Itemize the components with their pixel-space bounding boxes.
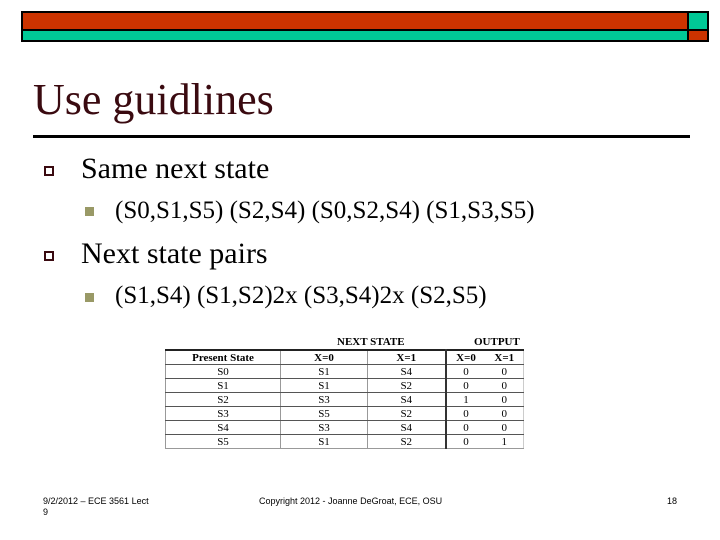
state-table: Present State X=0 X=1 X=0 X=1 S0 S1 S4 0 0 S1… xyxy=(165,349,524,449)
next-state-x1-cell: S2 xyxy=(367,378,447,393)
header-bar-red xyxy=(21,11,689,31)
column-header-output-x1: X=1 xyxy=(485,349,524,365)
footer-date-course-line2: 9 xyxy=(43,507,49,517)
next-state-x0-cell: S1 xyxy=(280,378,368,393)
header-square-teal xyxy=(687,11,709,31)
output-x0-cell: 0 xyxy=(445,378,486,393)
output-x1-cell: 0 xyxy=(485,406,524,421)
present-state-cell: S4 xyxy=(165,420,281,435)
table-row: S1 S1 S2 0 0 xyxy=(165,378,524,393)
table-group-headers: NEXT STATE OUTPUT xyxy=(165,335,523,349)
table-row: S0 S1 S4 0 0 xyxy=(165,364,524,379)
next-state-x0-cell: S1 xyxy=(280,364,368,379)
next-state-x0-cell: S5 xyxy=(280,406,368,421)
output-x1-cell: 0 xyxy=(485,392,524,407)
next-state-x0-cell: S1 xyxy=(280,434,368,449)
present-state-cell: S3 xyxy=(165,406,281,421)
filled-square-bullet-icon xyxy=(85,293,94,302)
title-underline xyxy=(33,135,690,138)
next-state-x1-cell: S2 xyxy=(367,406,447,421)
footer-copyright: Copyright 2012 - Joanne DeGroat, ECE, OS… xyxy=(259,496,443,506)
next-state-x0-cell: S3 xyxy=(280,392,368,407)
present-state-cell: S2 xyxy=(165,392,281,407)
footer-date-course-line1: 9/2/2012 – ECE 3561 Lect xyxy=(43,496,149,506)
output-x0-cell: 1 xyxy=(445,392,486,407)
output-x1-cell: 0 xyxy=(485,364,524,379)
column-header-present-state: Present State xyxy=(165,349,281,365)
header-bar-teal xyxy=(21,29,689,42)
column-header-next-x0: X=0 xyxy=(280,349,368,365)
footer-page-number: 18 xyxy=(667,496,678,506)
output-x0-cell: 0 xyxy=(445,434,486,449)
table-row: S3 S5 S2 0 0 xyxy=(165,406,524,421)
column-header-output-x0: X=0 xyxy=(445,349,486,365)
table-row: S4 S3 S4 0 0 xyxy=(165,420,524,435)
output-x0-cell: 0 xyxy=(445,406,486,421)
next-state-x1-cell: S4 xyxy=(367,420,447,435)
hollow-square-bullet-icon xyxy=(44,251,54,261)
table-header-row: Present State X=0 X=1 X=0 X=1 xyxy=(165,349,524,365)
header-square-red xyxy=(687,29,709,42)
slide-title: Use guidlines xyxy=(33,75,274,124)
bullet-next-state-pairs: Next state pairs xyxy=(81,237,268,270)
output-x1-cell: 0 xyxy=(485,378,524,393)
table-row: S5 S1 S2 0 1 xyxy=(165,434,524,449)
sub-bullet-same-next-state-groups: (S0,S1,S5) (S2,S4) (S0,S2,S4) (S1,S3,S5) xyxy=(115,197,535,224)
next-state-group-header: NEXT STATE xyxy=(337,336,405,348)
table-row: S2 S3 S4 1 0 xyxy=(165,392,524,407)
bullet-same-next-state: Same next state xyxy=(81,152,270,185)
output-x1-cell: 0 xyxy=(485,420,524,435)
footer-date-course: 9/2/2012 – ECE 3561 Lect 9 xyxy=(43,496,149,518)
sub-bullet-next-state-pairs-list: (S1,S4) (S1,S2)2x (S3,S4)2x (S2,S5) xyxy=(115,282,487,309)
output-x1-cell: 1 xyxy=(485,434,524,449)
next-state-x0-cell: S3 xyxy=(280,420,368,435)
next-state-x1-cell: S4 xyxy=(367,392,447,407)
column-header-next-x1: X=1 xyxy=(367,349,447,365)
output-group-header: OUTPUT xyxy=(474,336,520,348)
hollow-square-bullet-icon xyxy=(44,166,54,176)
present-state-cell: S0 xyxy=(165,364,281,379)
next-state-x1-cell: S4 xyxy=(367,364,447,379)
next-state-x1-cell: S2 xyxy=(367,434,447,449)
present-state-cell: S5 xyxy=(165,434,281,449)
present-state-cell: S1 xyxy=(165,378,281,393)
filled-square-bullet-icon xyxy=(85,207,94,216)
output-x0-cell: 0 xyxy=(445,420,486,435)
output-x0-cell: 0 xyxy=(445,364,486,379)
state-table-container: NEXT STATE OUTPUT Present State X=0 X=1 … xyxy=(165,335,524,449)
